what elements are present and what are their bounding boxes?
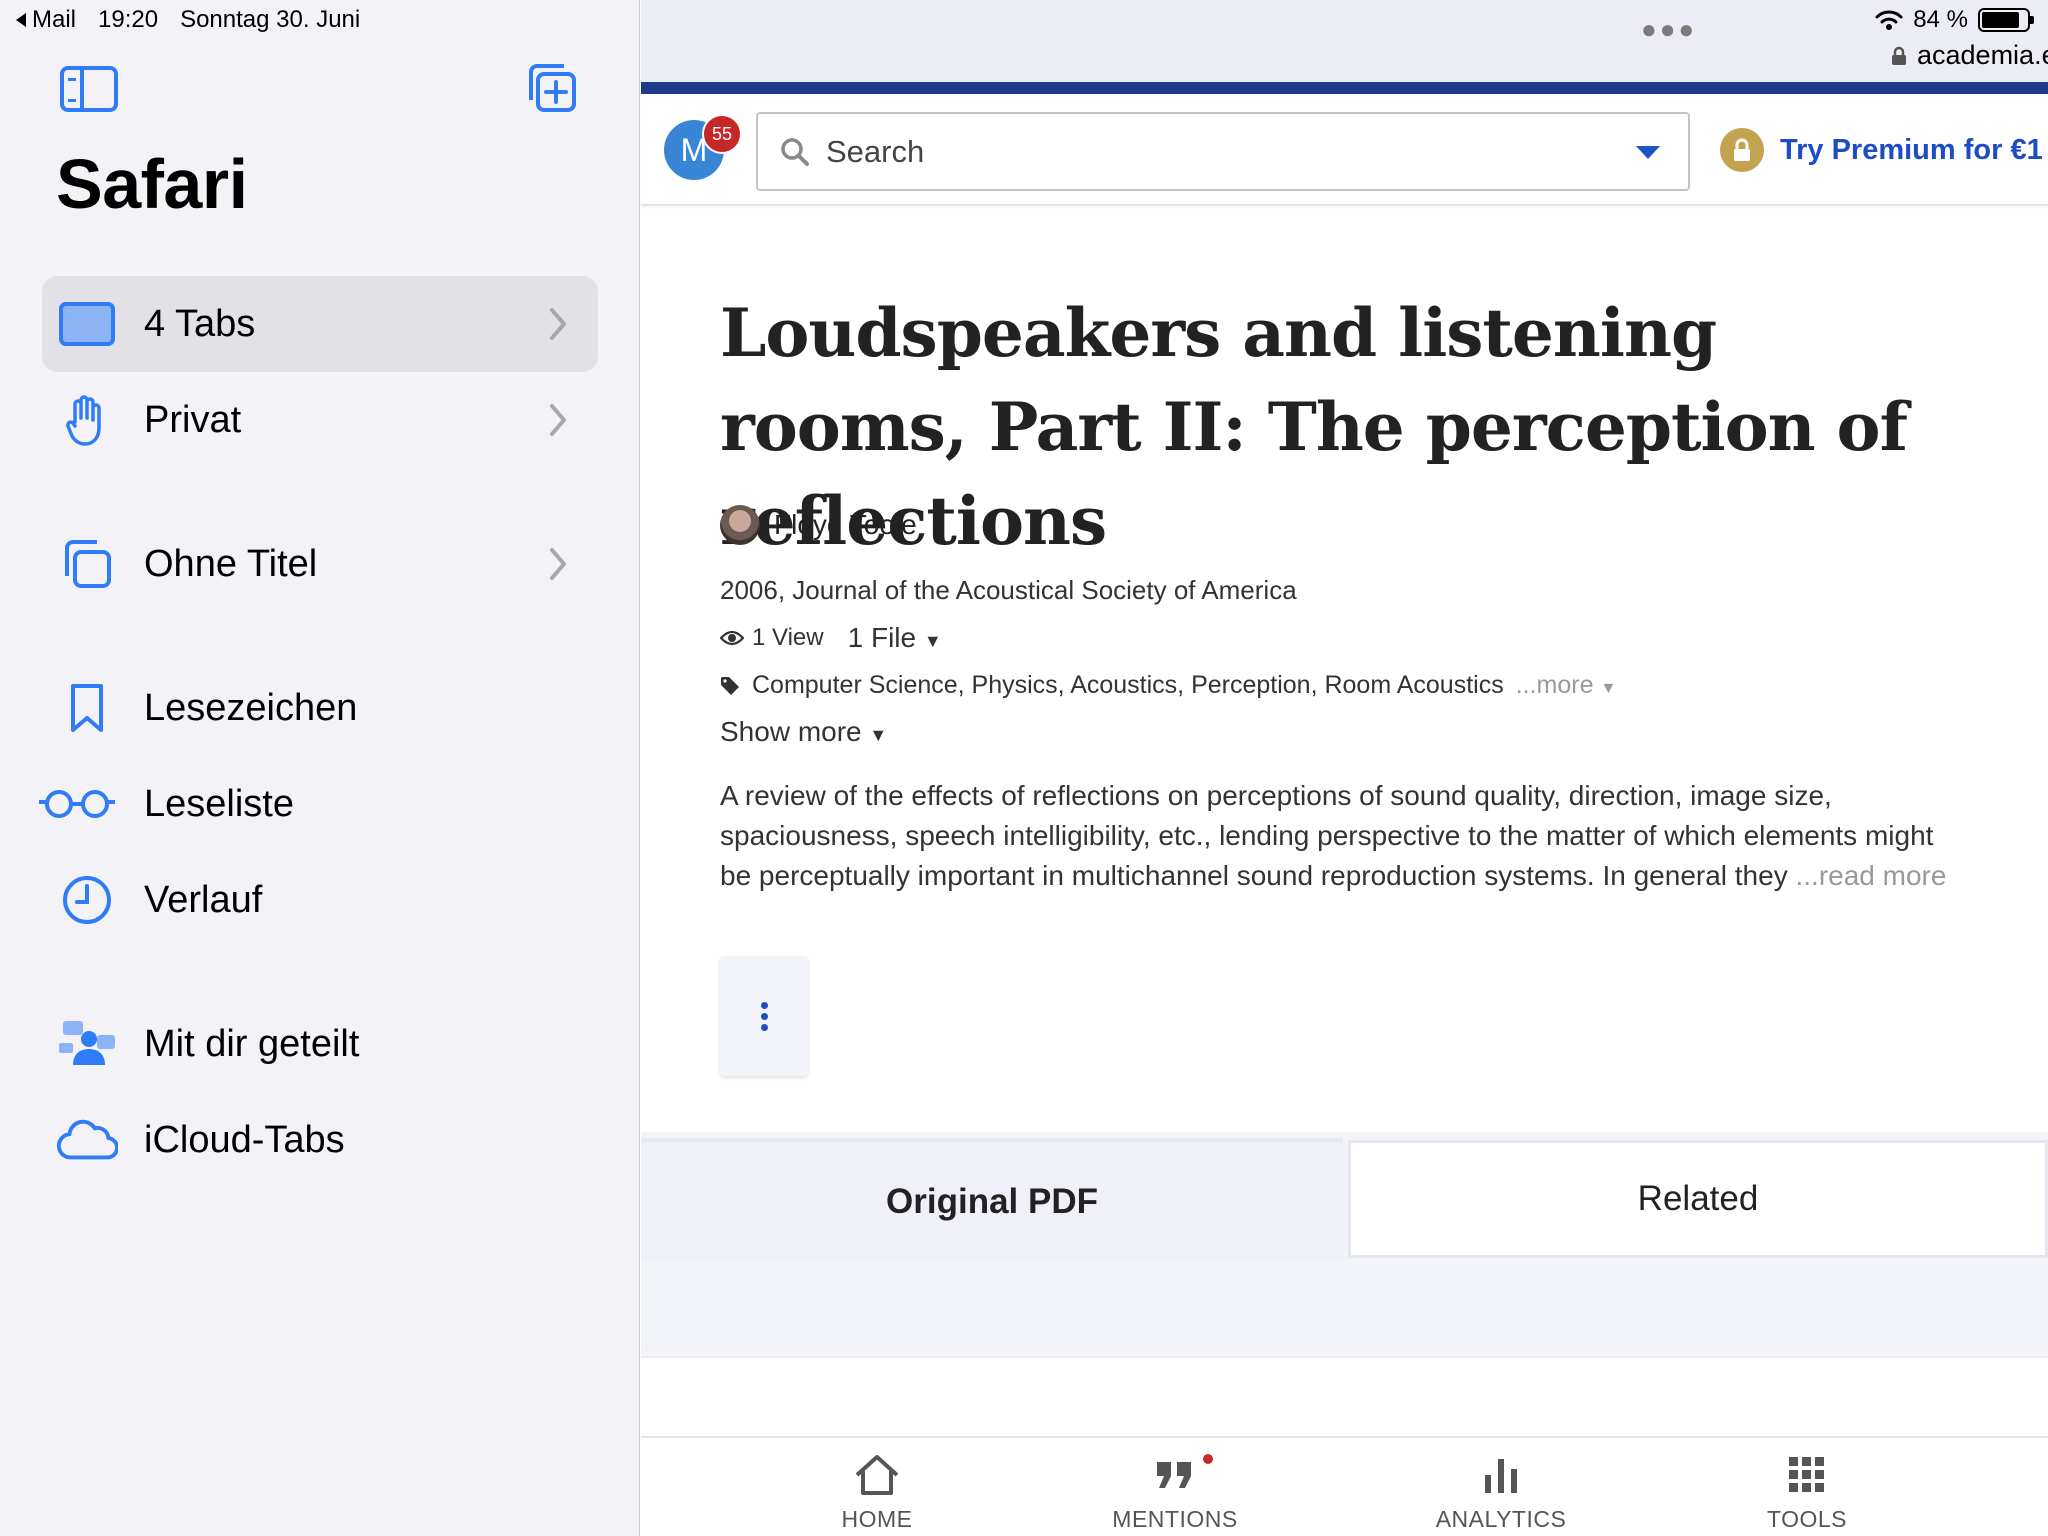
try-premium-button[interactable]: Try Premium for €1 [1720, 128, 2043, 172]
tab-content-area [641, 1356, 2048, 1436]
sidebar-item-label: iCloud-Tabs [144, 1118, 345, 1161]
academia-top-bar [641, 82, 2048, 94]
files-label: 1 File [847, 622, 917, 653]
sidebar-item-shared-with-you[interactable]: Mit dir geteilt [42, 996, 598, 1092]
author-avatar [720, 505, 760, 545]
eye-icon [720, 630, 744, 646]
sidebar-title: Safari [56, 145, 248, 223]
back-triangle-icon [16, 13, 26, 27]
sidebar-item-label: Privat [144, 398, 242, 441]
nav-mentions[interactable]: MENTIONS [1075, 1438, 1275, 1536]
search-icon [781, 137, 809, 166]
tab-original-pdf[interactable]: Original PDF [641, 1138, 1343, 1262]
nav-label: MENTIONS [1112, 1506, 1238, 1532]
chevron-right-icon [550, 548, 566, 580]
battery-icon [1978, 8, 2034, 32]
nav-label: TOOLS [1766, 1506, 1848, 1532]
tab-group-icon [56, 533, 118, 595]
sidebar-item-label: Ohne Titel [144, 542, 318, 585]
sidebar-item-label: Mit dir geteilt [144, 1022, 360, 1065]
chevron-right-icon [550, 308, 566, 340]
battery-percent: 84 % [1913, 6, 1968, 33]
files-dropdown[interactable]: 1 File ▼ [848, 622, 942, 654]
kebab-dot [760, 1001, 768, 1009]
sidebar-item-label: Verlauf [144, 878, 263, 921]
clock-icon [56, 869, 118, 931]
status-date: Sonntag 30. Juni [180, 6, 361, 33]
chevron-right-icon [550, 404, 566, 436]
tabs-icon [56, 293, 118, 355]
tag-icon [721, 676, 739, 695]
nav-tools[interactable]: TOOLS [1707, 1438, 1907, 1536]
sidebar-item-icloud-tabs[interactable]: iCloud-Tabs [42, 1092, 598, 1188]
caret-down-icon: ▼ [869, 725, 888, 745]
quote-icon [1155, 1450, 1213, 1500]
home-icon [853, 1450, 901, 1500]
bar-chart-icon [1481, 1450, 1521, 1500]
sidebar-item-ohne-titel[interactable]: Ohne Titel [42, 516, 598, 612]
paper-abstract: A review of the effects of reflections o… [720, 776, 1970, 896]
sidebar-item-history[interactable]: Verlauf [42, 852, 598, 948]
abstract-text: A review of the effects of reflections o… [720, 780, 1934, 891]
search-placeholder: Search [826, 133, 925, 169]
view-count-label: 1 View [752, 624, 824, 651]
paper-meta: 1 View 1 File ▼ [720, 622, 942, 654]
caret-down-icon: ▼ [1600, 680, 1617, 697]
nav-label: ANALYTICS [1435, 1506, 1567, 1532]
tags-list[interactable]: Computer Science, Physics, Acoustics, Pe… [752, 671, 1504, 700]
show-more-button[interactable]: Show more ▼ [720, 716, 887, 748]
sidebar-item-reading-list[interactable]: Leseliste [39, 756, 598, 852]
lock-icon [1892, 46, 1906, 65]
tab-related[interactable]: Related [1348, 1140, 2048, 1258]
wifi-icon [1875, 10, 1903, 30]
sidebar-item-label: 4 Tabs [144, 302, 256, 345]
read-more-link[interactable]: ...read more [1796, 860, 1947, 891]
tags-more-label: ...more [1515, 671, 1594, 699]
status-bar-right: 84 % [1875, 6, 2034, 34]
multitasking-dots[interactable]: ●●● [1641, 14, 1697, 45]
url-text: academia.edu [1917, 40, 2048, 70]
sidebar-item-tabs[interactable]: 4 Tabs [42, 276, 598, 372]
bookmark-icon [56, 677, 118, 739]
search-input[interactable]: Search [756, 112, 1690, 191]
nav-analytics[interactable]: ANALYTICS [1401, 1438, 1601, 1536]
bottom-navigation: HOME MENTIONS ANALYTICS TOOLS [641, 1436, 2048, 1536]
address-bar[interactable]: academia.edu [1891, 40, 2048, 71]
publication-info: 2006, Journal of the Acoustical Society … [720, 575, 1297, 605]
status-time: 19:20 [98, 6, 159, 33]
tags-more-link[interactable]: ...more ▼ [1516, 671, 1617, 700]
author-link[interactable]: Floyd Toole [720, 505, 917, 545]
glasses-icon [39, 773, 118, 835]
sidebar-toggle-icon[interactable] [60, 66, 118, 112]
kebab-dot [760, 1023, 768, 1031]
sidebar-item-private[interactable]: Privat [42, 372, 598, 468]
new-tab-group-icon[interactable] [526, 62, 578, 114]
kebab-dot [760, 1012, 768, 1020]
sidebar-item-label: Leseliste [144, 782, 294, 825]
status-bar-left: Mail 19:20 Sonntag 30. Juni [14, 6, 360, 34]
hand-icon [56, 389, 118, 451]
browser-toolbar: ●●● academia.edu 84 % [641, 0, 2048, 84]
back-to-app-link[interactable]: Mail [14, 6, 76, 34]
unread-dot [1203, 1454, 1213, 1464]
safari-sidebar: Mail 19:20 Sonntag 30. Juni Safari 4 Tab… [0, 0, 640, 1536]
sidebar-item-label: Lesezeichen [144, 686, 358, 729]
chevron-down-icon[interactable] [1636, 146, 1660, 159]
view-count: 1 View [720, 624, 824, 652]
cloud-icon [56, 1109, 118, 1171]
back-app-label: Mail [32, 6, 77, 33]
author-name: Floyd Toole [774, 509, 917, 540]
grid-icon [1789, 1450, 1825, 1500]
show-more-label: Show more [720, 716, 862, 747]
notification-badge[interactable]: 55 [702, 114, 742, 154]
sidebar-item-bookmarks[interactable]: Lesezeichen [42, 660, 598, 756]
nav-home[interactable]: HOME [777, 1438, 977, 1536]
shared-people-icon [56, 1013, 118, 1075]
premium-lock-icon [1720, 128, 1764, 172]
caret-down-icon: ▼ [923, 631, 942, 651]
premium-label: Try Premium for €1 [1780, 133, 2043, 166]
nav-label: HOME [841, 1506, 913, 1532]
paper-tags: Computer Science, Physics, Acoustics, Pe… [720, 671, 1616, 700]
more-options-button[interactable] [720, 956, 808, 1076]
